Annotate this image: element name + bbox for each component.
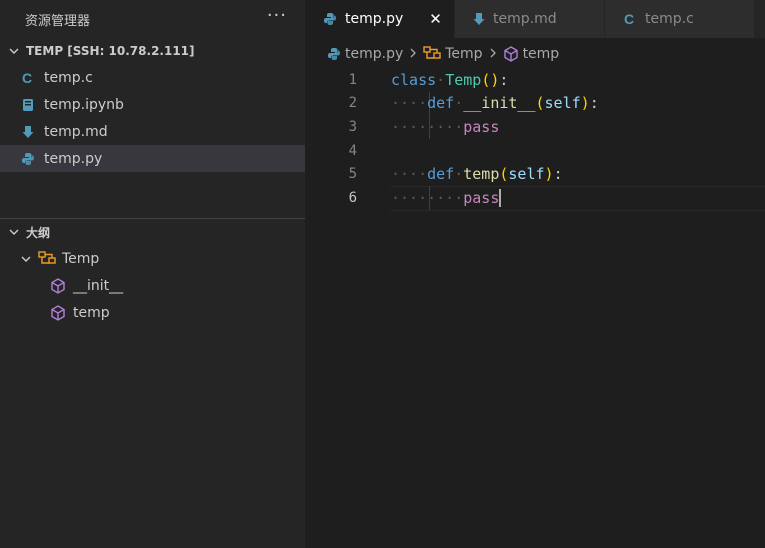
explorer-title: 资源管理器 — [25, 13, 91, 29]
code-line[interactable]: 4 — [305, 139, 765, 163]
outline-panel: 大纲 Temp __init__ temp — [0, 219, 305, 326]
text-cursor — [499, 189, 502, 208]
explorer-sidebar: 资源管理器 ··· TEMP [SSH: 10.78.2.111] C temp… — [0, 0, 305, 548]
code-line[interactable]: 3 ········pass — [305, 115, 765, 139]
breadcrumb-file[interactable]: temp.py — [345, 46, 403, 62]
file-item-temp-ipynb[interactable]: temp.ipynb — [0, 91, 305, 118]
outline-title: 大纲 — [26, 225, 51, 240]
code-line[interactable]: 2 ····def·__init__(self): — [305, 92, 765, 116]
outline-item-temp-method[interactable]: temp — [0, 299, 305, 326]
chevron-right-icon — [409, 46, 417, 62]
code-line[interactable]: 1 class·Temp(): — [305, 68, 765, 92]
outline-item-temp-class[interactable]: Temp — [0, 245, 305, 272]
notebook-file-icon — [20, 98, 36, 112]
method-icon — [503, 46, 519, 62]
code-text: class·Temp(): — [391, 70, 509, 89]
code-text: ········pass — [391, 117, 500, 136]
code-text: ····def·temp(self): — [391, 165, 563, 184]
chevron-down-icon — [18, 253, 34, 265]
c-file-icon: C — [623, 11, 637, 27]
tab-temp-py[interactable]: temp.py ✕ — [305, 0, 455, 38]
c-file-icon: C — [20, 70, 36, 86]
file-tree: C temp.c temp.ipynb temp.md temp.py — [0, 64, 305, 214]
code-line-current[interactable]: 6 ········pass — [305, 186, 765, 210]
tab-temp-md[interactable]: temp.md — [455, 0, 605, 38]
file-item-temp-py[interactable]: temp.py — [0, 145, 305, 172]
close-icon[interactable]: ✕ — [429, 10, 442, 28]
file-item-temp-md[interactable]: temp.md — [0, 118, 305, 145]
file-item-temp-c[interactable]: C temp.c — [0, 64, 305, 91]
chevron-down-icon — [6, 45, 22, 57]
outline-label: Temp — [62, 250, 100, 267]
python-file-icon — [20, 152, 36, 166]
python-file-icon — [323, 12, 337, 26]
breadcrumb-class[interactable]: Temp — [445, 46, 482, 62]
markdown-file-icon — [20, 125, 36, 139]
code-text: ····def·__init__(self): — [391, 94, 599, 113]
file-name: temp.ipynb — [44, 96, 124, 113]
tab-temp-c[interactable]: C temp.c — [605, 0, 755, 38]
outline-label: __init__ — [73, 277, 124, 294]
chevron-right-icon — [489, 46, 497, 62]
tab-label: temp.py — [345, 11, 404, 27]
markdown-file-icon — [473, 12, 485, 26]
more-actions-button[interactable]: ··· — [267, 7, 287, 25]
file-name: temp.c — [44, 69, 93, 86]
workspace-section-header[interactable]: TEMP [SSH: 10.78.2.111] — [0, 38, 305, 64]
file-name: temp.md — [44, 123, 108, 140]
explorer-header: 资源管理器 ··· — [0, 0, 305, 38]
breadcrumb-method[interactable]: temp — [523, 46, 560, 62]
code-text: ········pass — [391, 188, 502, 208]
line-number: 4 — [348, 142, 357, 159]
breadcrumb: temp.py Temp temp — [305, 40, 765, 68]
code-line[interactable]: 5 ····def·temp(self): — [305, 162, 765, 186]
line-number: 2 — [348, 95, 357, 112]
class-icon — [423, 46, 441, 62]
outline-section-header[interactable]: 大纲 — [0, 219, 305, 245]
line-number: 1 — [348, 71, 357, 88]
editor-tabs: temp.py ✕ temp.md C temp.c — [305, 0, 765, 38]
line-number: 6 — [348, 189, 357, 206]
method-icon — [49, 277, 67, 294]
svg-text:C: C — [624, 11, 634, 27]
code-editor[interactable]: 1 class·Temp(): 2 ····def·__init__(self)… — [305, 68, 765, 210]
python-file-icon — [327, 47, 341, 61]
svg-text:C: C — [22, 70, 32, 86]
line-number: 5 — [348, 166, 357, 183]
tab-label: temp.c — [645, 11, 694, 27]
method-icon — [49, 304, 67, 321]
tab-label: temp.md — [493, 11, 557, 27]
file-name: temp.py — [44, 150, 103, 167]
class-icon — [38, 250, 56, 267]
chevron-down-icon — [6, 226, 22, 238]
outline-item-init-method[interactable]: __init__ — [0, 272, 305, 299]
line-number: 3 — [348, 118, 357, 135]
workspace-name: TEMP [SSH: 10.78.2.111] — [26, 44, 195, 58]
outline-label: temp — [73, 304, 110, 321]
